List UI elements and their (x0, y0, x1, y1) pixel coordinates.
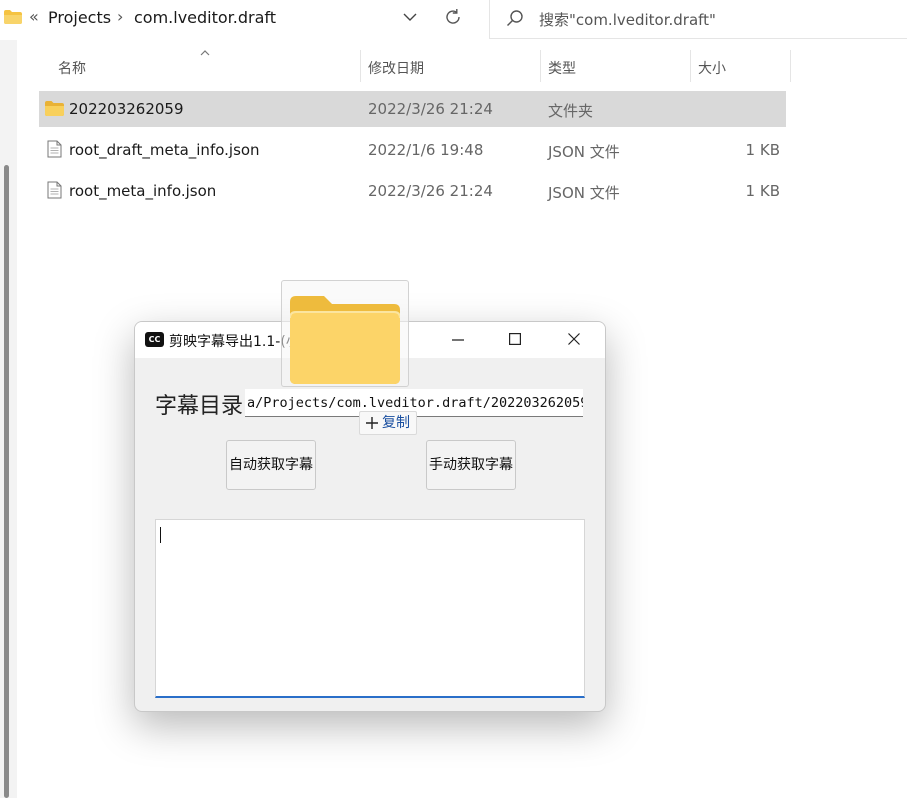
file-row[interactable]: root_draft_meta_info.json 2022/1/6 19:48… (39, 132, 786, 168)
file-icon (47, 181, 62, 199)
file-modified: 2022/1/6 19:48 (368, 141, 484, 159)
file-size: 1 KB (745, 182, 780, 200)
column-divider[interactable] (540, 50, 541, 82)
file-row[interactable]: root_meta_info.json 2022/3/26 21:24 JSON… (39, 173, 786, 209)
text-caret (160, 527, 161, 543)
close-icon (568, 333, 580, 345)
folder-icon (4, 10, 22, 24)
minimize-icon (452, 339, 464, 341)
column-divider[interactable] (360, 50, 361, 82)
breadcrumb-separator: › (117, 7, 124, 26)
auto-get-subtitles-button[interactable]: 自动获取字幕 (226, 440, 316, 490)
file-name: root_draft_meta_info.json (69, 141, 260, 159)
close-button[interactable] (551, 322, 597, 358)
file-size: 1 KB (745, 141, 780, 159)
sort-ascending-icon (200, 50, 210, 56)
column-divider[interactable] (790, 50, 791, 82)
column-header-name[interactable]: 名称 (58, 58, 86, 78)
refresh-icon[interactable] (444, 8, 462, 26)
column-header-size[interactable]: 大小 (698, 58, 726, 78)
breadcrumb-item-projects[interactable]: Projects (48, 8, 111, 27)
column-divider[interactable] (690, 50, 691, 82)
dragged-folder-icon (290, 296, 400, 384)
search-placeholder[interactable]: 搜索"com.lveditor.draft" (539, 9, 716, 30)
file-modified: 2022/3/26 21:24 (368, 100, 493, 118)
column-header-modified[interactable]: 修改日期 (368, 58, 424, 78)
maximize-button[interactable] (492, 322, 538, 358)
column-header-type[interactable]: 类型 (548, 58, 576, 78)
file-name: root_meta_info.json (69, 182, 217, 200)
file-name: 202203262059 (69, 100, 184, 118)
drag-copy-label: 复制 (382, 415, 410, 431)
plus-icon (366, 417, 378, 429)
search-box[interactable]: 搜索"com.lveditor.draft" (489, 0, 907, 39)
subtitle-output-textarea[interactable] (155, 519, 585, 698)
file-icon (47, 140, 62, 158)
drag-copy-tooltip: 复制 (359, 411, 417, 435)
file-row[interactable]: 202203262059 2022/3/26 21:24 文件夹 (39, 91, 786, 127)
breadcrumb-overflow[interactable]: « (29, 7, 39, 26)
file-type: JSON 文件 (548, 143, 620, 161)
file-modified: 2022/3/26 21:24 (368, 182, 493, 200)
folder-icon (45, 101, 64, 116)
file-type: 文件夹 (548, 102, 594, 120)
subtitle-directory-label: 字幕目录 (155, 394, 244, 419)
cc-icon: CC (145, 332, 164, 347)
maximize-icon (509, 333, 521, 345)
manual-get-subtitles-button[interactable]: 手动获取字幕 (426, 440, 516, 490)
scrollbar-thumb[interactable] (4, 165, 9, 798)
minimize-button[interactable] (435, 322, 481, 358)
search-icon (506, 10, 523, 27)
address-bar[interactable]: « Projects › com.lveditor.draft (0, 0, 478, 36)
file-type: JSON 文件 (548, 184, 620, 202)
breadcrumb-item-draft[interactable]: com.lveditor.draft (134, 8, 276, 27)
chevron-down-icon[interactable] (403, 12, 417, 22)
